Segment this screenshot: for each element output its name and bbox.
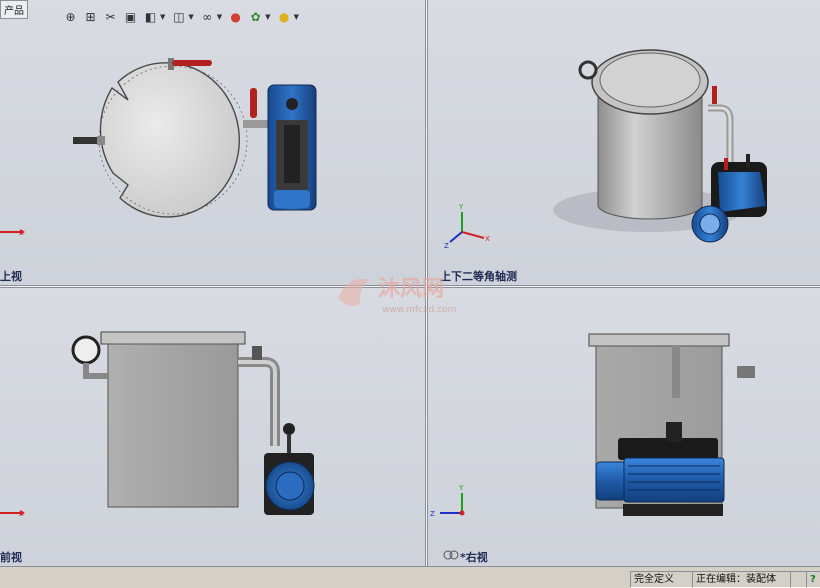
- view-label-isometric: 上下二等角轴测: [440, 270, 517, 283]
- view-label-right: *右视: [460, 551, 488, 564]
- scene-icon[interactable]: ●: [227, 9, 244, 26]
- view-label-front: 前视: [0, 551, 22, 564]
- help-icon[interactable]: ?: [806, 571, 820, 588]
- tab-product[interactable]: 产品: [0, 0, 28, 19]
- isometric-drawing: Y X Z: [444, 49, 767, 250]
- chevron-down-icon[interactable]: ▼: [294, 13, 299, 21]
- svg-text:Z: Z: [430, 510, 435, 518]
- zoom-fit-icon[interactable]: ⊕: [62, 9, 79, 26]
- status-editing: 正在编辑：装配体: [692, 571, 792, 588]
- chevron-down-icon[interactable]: ▼: [265, 13, 270, 21]
- viewport-front-view[interactable]: X 前视: [0, 288, 425, 566]
- section-view-icon[interactable]: ✂: [102, 9, 119, 26]
- svg-text:Y: Y: [458, 484, 464, 492]
- svg-text:Y: Y: [458, 203, 464, 211]
- view-label-top: 上视: [0, 270, 22, 283]
- viewport-isometric-view[interactable]: Y X Z 上下二等角轴测: [428, 0, 820, 285]
- front-view-drawing: X: [0, 331, 315, 518]
- edit-appearance-icon[interactable]: ∞: [199, 9, 216, 26]
- status-bar: 完全定义 正在编辑：装配体 ?: [0, 566, 820, 588]
- hide-show-icon[interactable]: ◫: [170, 9, 187, 26]
- viewport-splitter-vertical[interactable]: [425, 0, 428, 566]
- svg-text:X: X: [19, 229, 24, 237]
- viewport-top-view[interactable]: X 上视: [0, 0, 425, 285]
- right-view-drawing: Y Z: [430, 333, 755, 560]
- svg-text:Z: Z: [444, 242, 449, 250]
- view-orientation-icon[interactable]: ▣: [122, 9, 139, 26]
- chevron-down-icon[interactable]: ▼: [160, 13, 165, 21]
- lighting-icon[interactable]: ●: [276, 9, 293, 26]
- chevron-down-icon[interactable]: ▼: [217, 13, 222, 21]
- chevron-down-icon[interactable]: ▼: [188, 13, 193, 21]
- view-settings-icon[interactable]: ✿: [247, 9, 264, 26]
- svg-text:X: X: [485, 235, 490, 243]
- viewport-splitter-horizontal[interactable]: [0, 285, 820, 288]
- display-style-icon[interactable]: ◧: [142, 9, 159, 26]
- zoom-area-icon[interactable]: ⊞: [82, 9, 99, 26]
- top-view-drawing: X: [0, 58, 317, 237]
- svg-text:X: X: [19, 510, 24, 518]
- status-definition: 完全定义: [630, 571, 693, 588]
- viewport-right-view[interactable]: Y Z *右视: [428, 288, 820, 566]
- heads-up-view-toolbar: ⊕ ⊞ ✂ ▣ ◧ ▼ ◫ ▼ ∞ ▼ ● ✿ ▼ ● ▼: [62, 6, 301, 28]
